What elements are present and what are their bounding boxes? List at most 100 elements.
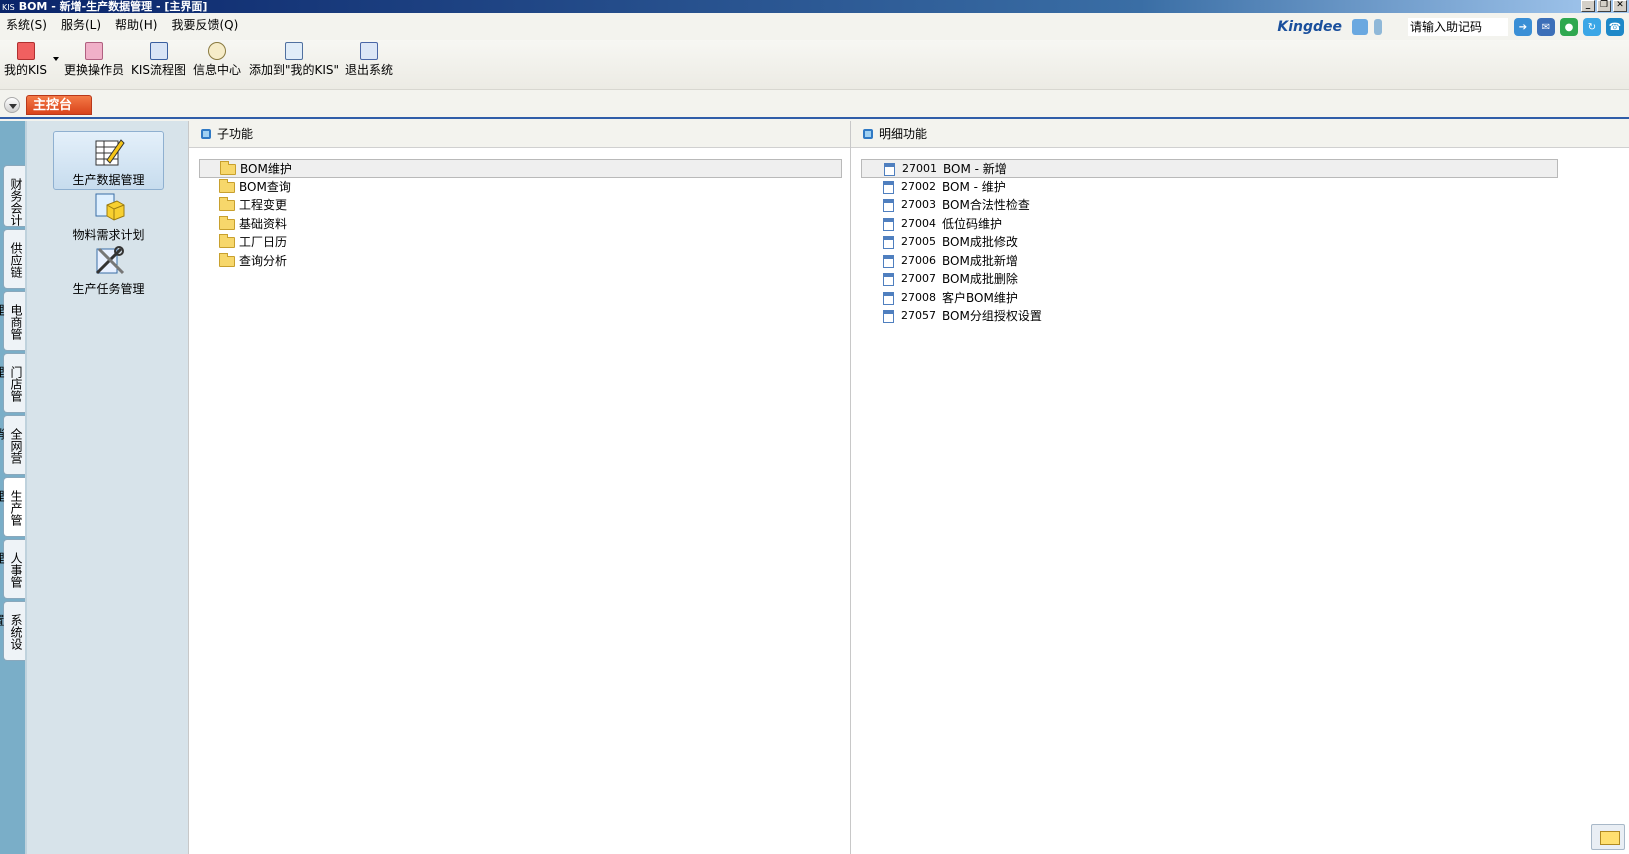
detail-item[interactable]: 27003 BOM合法性检查 (861, 196, 1558, 215)
go-arrow-icon[interactable]: ➔ (1514, 18, 1532, 36)
detail-code: 27057 (901, 309, 936, 322)
document-icon (883, 291, 894, 305)
pane-header-icon (201, 129, 211, 139)
document-icon (883, 310, 894, 323)
info-center-label: 信息中心 (193, 63, 242, 77)
mail-icon[interactable] (1591, 824, 1625, 850)
info-center-button[interactable]: 信息中心 (193, 42, 241, 78)
folder-icon (219, 197, 235, 211)
add-to-my-kis-label: 添加到"我的KIS" (249, 63, 340, 77)
subfunction-label: BOM查询 (239, 179, 291, 194)
detail-item[interactable]: 27006 BOM成批新增 (861, 252, 1558, 271)
document-icon (884, 163, 895, 176)
kis-flowchart-label: KIS流程图 (131, 63, 187, 77)
detail-item[interactable]: 27007 BOM成批删除 (861, 270, 1558, 289)
exit-system-label: 退出系统 (345, 63, 394, 77)
menu-service[interactable]: 服务(L) (61, 16, 101, 34)
detail-name: 低位码维护 (942, 216, 1003, 231)
document-icon (883, 199, 894, 212)
minimize-button[interactable]: _ (1581, 0, 1595, 12)
subfunction-item-engineering-change[interactable]: 工程变更 (199, 196, 842, 215)
detail-title: 明细功能 (879, 127, 928, 141)
switch-operator-button[interactable]: 更换操作员 (64, 42, 124, 78)
exit-system-button[interactable]: 退出系统 (345, 42, 393, 78)
module-production-data[interactable]: 生产数据管理 (53, 131, 164, 190)
my-kis-button[interactable]: 我的KIS (4, 42, 47, 78)
detail-item[interactable]: 27004 低位码维护 (861, 215, 1558, 234)
flowchart-icon (149, 42, 168, 60)
detail-code: 27005 (901, 235, 936, 248)
subfunction-item-query-analysis[interactable]: 查询分析 (199, 252, 842, 271)
detail-item[interactable]: 27005 BOM成批修改 (861, 233, 1558, 252)
module-label: 生产数据管理 (72, 173, 145, 187)
subfunction-label: 工程变更 (239, 198, 288, 212)
wechat-icon[interactable]: ● (1560, 18, 1578, 36)
tools-icon (93, 245, 125, 277)
chat-icon[interactable] (1352, 19, 1368, 35)
side-tab-marketing[interactable]: 全网营销 (0, 415, 25, 475)
detail-item[interactable]: 27057 BOM分组授权设置 (861, 307, 1558, 326)
menu-help[interactable]: 帮助(H) (115, 16, 157, 34)
side-tab-hr[interactable]: 人事管理 (0, 539, 25, 599)
detail-item[interactable]: 27002 BOM - 维护 (861, 178, 1558, 197)
service-icon[interactable]: ☎ (1606, 18, 1624, 36)
assist-code-input[interactable] (1408, 18, 1508, 36)
edit-table-icon (93, 136, 125, 168)
forum-icon[interactable]: ✉ (1537, 18, 1555, 36)
detail-list: 27001 BOM - 新增 27002 BOM - 维护 27003 BOM合… (861, 159, 1558, 326)
switch-operator-label: 更换操作员 (64, 63, 125, 77)
menu-feedback[interactable]: 我要反馈(Q) (171, 16, 238, 34)
side-tab-settings[interactable]: 系统设置 (0, 601, 25, 661)
detail-name: BOM分组授权设置 (942, 309, 1042, 323)
add-favorite-icon (285, 42, 304, 60)
kis-mark: KIS (2, 3, 15, 12)
folder-icon (219, 252, 235, 267)
detail-item[interactable]: 27001 BOM - 新增 (861, 159, 1558, 178)
kis-flowchart-button[interactable]: KIS流程图 (131, 42, 186, 78)
folder-icon (220, 161, 236, 175)
subfunction-item-factory-calendar[interactable]: 工厂日历 (199, 233, 842, 252)
restore-button[interactable]: ❐ (1597, 0, 1611, 12)
my-kis-dropdown-icon[interactable] (53, 57, 59, 61)
detail-header: 明细功能 (851, 121, 1629, 148)
subfunction-label: BOM维护 (240, 162, 292, 176)
side-tab-supply-chain[interactable]: 供应链 (3, 229, 25, 289)
detail-pane: 明细功能 27001 BOM - 新增 27002 BOM - 维护 27003… (850, 121, 1629, 854)
module-task[interactable]: 生产任务管理 (53, 245, 164, 297)
document-icon (883, 217, 894, 231)
mobile-icon[interactable] (1374, 19, 1382, 35)
detail-code: 27006 (901, 253, 936, 267)
window-title: BOM - 新增-生产数据管理 - [主界面] (18, 0, 208, 13)
subfunction-label: 查询分析 (239, 253, 288, 268)
detail-name: BOM成批新增 (942, 253, 1018, 268)
module-mrp[interactable]: 物料需求计划 (53, 191, 164, 243)
close-button[interactable]: ✕ (1613, 0, 1627, 12)
detail-name: BOM - 新增 (943, 162, 1007, 176)
document-icon (883, 254, 894, 268)
menu-system[interactable]: 系统(S) (6, 16, 47, 34)
detail-code: 27002 (901, 179, 936, 193)
detail-name: BOM - 维护 (942, 179, 1006, 194)
subfunction-item-basic-data[interactable]: 基础资料 (199, 215, 842, 234)
detail-code: 27003 (901, 198, 936, 211)
exit-icon (360, 42, 378, 60)
side-tab-store[interactable]: 门店管理 (0, 353, 25, 413)
tab-dropdown-icon[interactable] (4, 97, 20, 113)
refresh-icon[interactable]: ↻ (1583, 18, 1601, 36)
detail-name: BOM成批删除 (942, 272, 1018, 286)
subfunction-item-bom-maintain[interactable]: BOM维护 (199, 159, 842, 178)
add-to-my-kis-button[interactable]: 添加到"我的KIS" (249, 42, 339, 78)
document-icon (883, 273, 894, 286)
detail-code: 27004 (901, 216, 936, 230)
subfunction-item-bom-query[interactable]: BOM查询 (199, 178, 842, 197)
side-tab-production[interactable]: 生产管理 (0, 477, 25, 537)
document-icon (883, 236, 894, 249)
star-icon (16, 42, 35, 60)
detail-name: BOM成批修改 (942, 235, 1018, 249)
tab-main-console[interactable]: 主控台 (26, 95, 92, 115)
side-tab-ecommerce[interactable]: 电商管理 (0, 291, 25, 351)
folder-icon (219, 178, 235, 193)
detail-code: 27008 (901, 290, 936, 304)
side-tab-finance[interactable]: 财务会计 (3, 165, 25, 227)
detail-item[interactable]: 27008 客户BOM维护 (861, 289, 1558, 308)
